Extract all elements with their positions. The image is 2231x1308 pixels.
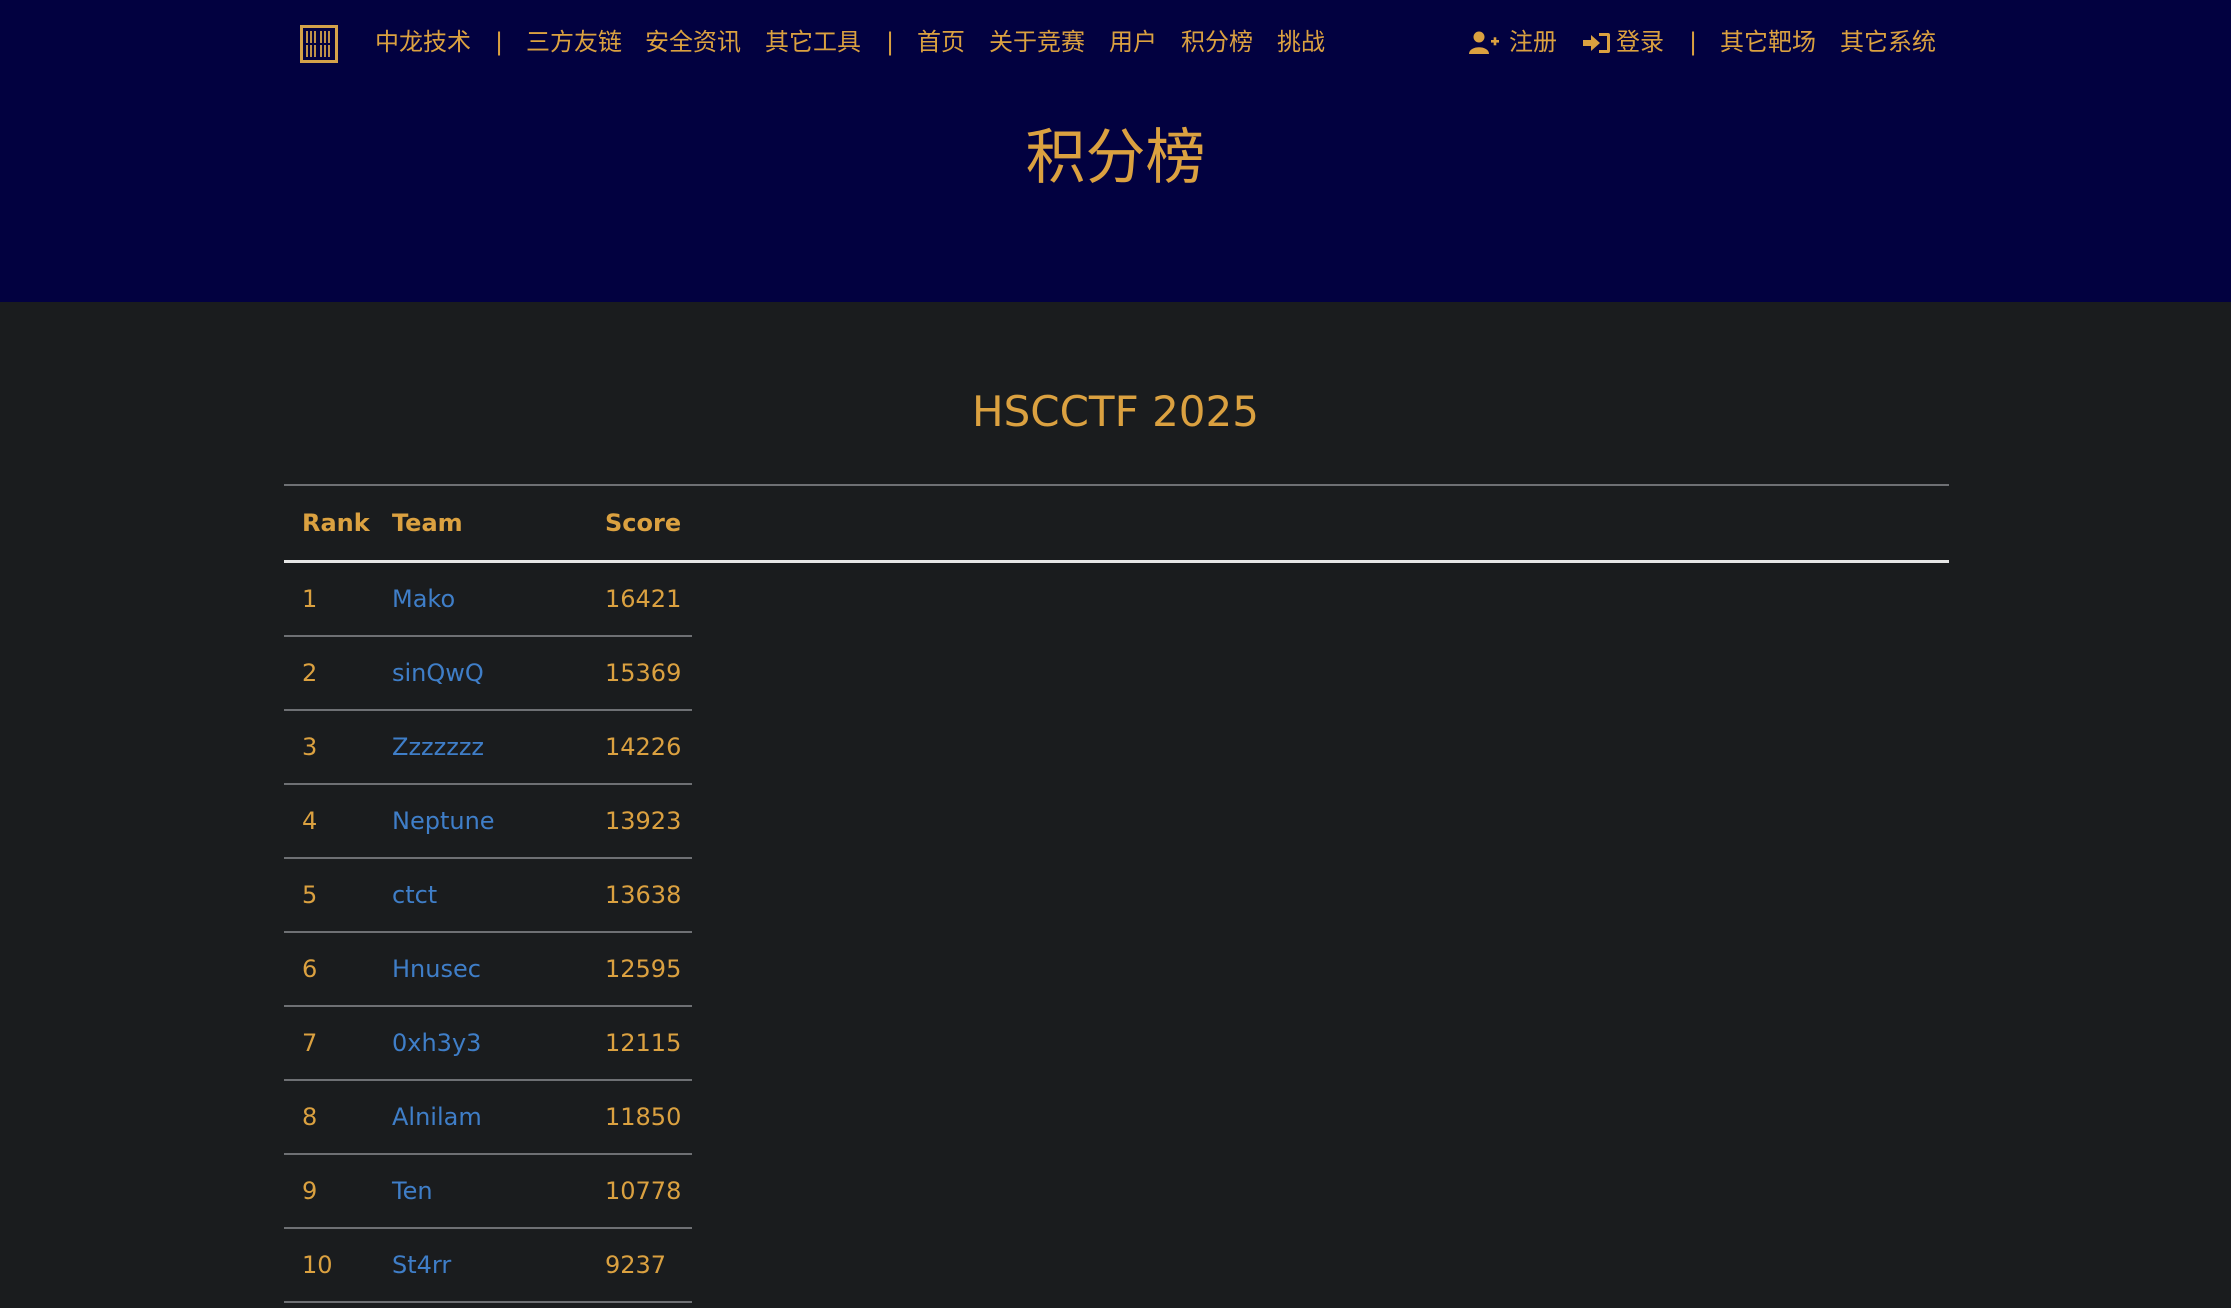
row-rank: 6: [302, 955, 318, 983]
nav-zhonglong-tech[interactable]: 中龙技术: [375, 22, 471, 62]
row-score: 9237: [605, 1251, 667, 1279]
table-row: 8 Alnilam 11850: [284, 1081, 692, 1155]
nav-other-systems[interactable]: 其它系统: [1840, 22, 1936, 62]
nav-register[interactable]: 注册: [1509, 22, 1557, 62]
logo-seal-part: [306, 31, 318, 43]
row-rank: 10: [302, 1251, 333, 1279]
table-row: 9 Ten 10778: [284, 1155, 692, 1229]
row-team-link[interactable]: Hnusec: [392, 933, 481, 1005]
table-row: 10 St4rr 9237: [284, 1229, 692, 1303]
row-score: 13638: [605, 881, 682, 909]
row-score: 16421: [605, 585, 682, 613]
row-rank: 8: [302, 1103, 318, 1131]
row-team-link[interactable]: sinQwQ: [392, 637, 484, 709]
nav-users[interactable]: 用户: [1109, 22, 1157, 62]
row-rank: 7: [302, 1029, 318, 1057]
row-rank: 2: [302, 659, 318, 687]
row-team-link[interactable]: Ten: [392, 1155, 433, 1227]
row-rank: 9: [302, 1177, 318, 1205]
row-score: 11850: [605, 1103, 682, 1131]
nav-third-party-links[interactable]: 三方友链: [526, 22, 622, 62]
nav-separator: |: [886, 28, 895, 56]
ctf-title: HSCCTF 2025: [972, 387, 1259, 436]
nav-challenges[interactable]: 挑战: [1277, 22, 1325, 62]
scoreboard-table: Rank Team Score 1 Mako 16421 2 sinQwQ 15…: [284, 484, 1949, 1303]
table-row: 5 ctct 13638: [284, 859, 692, 933]
nav-separator: |: [1689, 28, 1698, 56]
table-row: 6 Hnusec 12595: [284, 933, 692, 1007]
header-score: Score: [605, 509, 682, 537]
row-rank: 1: [302, 585, 318, 613]
header-team: Team: [392, 509, 463, 537]
row-score: 10778: [605, 1177, 682, 1205]
nav-login[interactable]: 登录: [1616, 22, 1664, 62]
row-team-link[interactable]: St4rr: [392, 1229, 451, 1301]
table-header: Rank Team Score: [284, 484, 1949, 563]
top-navbar: 中龙技术 | 三方友链 安全资讯 其它工具 | 首页 关于竞赛 用户 积分榜 挑…: [0, 0, 2231, 86]
row-team-link[interactable]: Zzzzzzz: [392, 711, 484, 783]
nav-separator: |: [495, 28, 504, 56]
logo-seal-part: [306, 45, 318, 57]
user-plus-icon[interactable]: [1469, 31, 1499, 55]
header-rank: Rank: [302, 509, 370, 537]
nav-scoreboard[interactable]: 积分榜: [1181, 22, 1253, 62]
table-row: 3 Zzzzzzz 14226: [284, 711, 692, 785]
row-score: 13923: [605, 807, 682, 835]
logo-seal-icon[interactable]: [300, 25, 338, 63]
row-rank: 3: [302, 733, 318, 761]
logo-seal-part: [320, 45, 332, 57]
table-row: 1 Mako 16421: [284, 563, 692, 637]
table-row: 4 Neptune 13923: [284, 785, 692, 859]
nav-about-contest[interactable]: 关于竞赛: [989, 22, 1085, 62]
row-score: 12115: [605, 1029, 682, 1057]
sign-in-icon[interactable]: [1582, 31, 1612, 55]
row-score: 12595: [605, 955, 682, 983]
table-row: 2 sinQwQ 15369: [284, 637, 692, 711]
row-team-link[interactable]: Neptune: [392, 785, 495, 857]
row-score: 14226: [605, 733, 682, 761]
page-title: 积分榜: [1025, 123, 1206, 193]
nav-other-ranges[interactable]: 其它靶场: [1720, 22, 1816, 62]
row-score: 15369: [605, 659, 682, 687]
header-banner: 中龙技术 | 三方友链 安全资讯 其它工具 | 首页 关于竞赛 用户 积分榜 挑…: [0, 0, 2231, 302]
row-team-link[interactable]: Mako: [392, 563, 455, 635]
row-team-link[interactable]: Alnilam: [392, 1081, 482, 1153]
nav-security-news[interactable]: 安全资讯: [645, 22, 741, 62]
nav-home[interactable]: 首页: [917, 22, 965, 62]
table-row: 7 0xh3y3 12115: [284, 1007, 692, 1081]
row-rank: 4: [302, 807, 318, 835]
nav-other-tools[interactable]: 其它工具: [765, 22, 861, 62]
row-rank: 5: [302, 881, 318, 909]
row-team-link[interactable]: 0xh3y3: [392, 1007, 481, 1079]
logo-seal-part: [320, 31, 332, 43]
row-team-link[interactable]: ctct: [392, 859, 437, 931]
